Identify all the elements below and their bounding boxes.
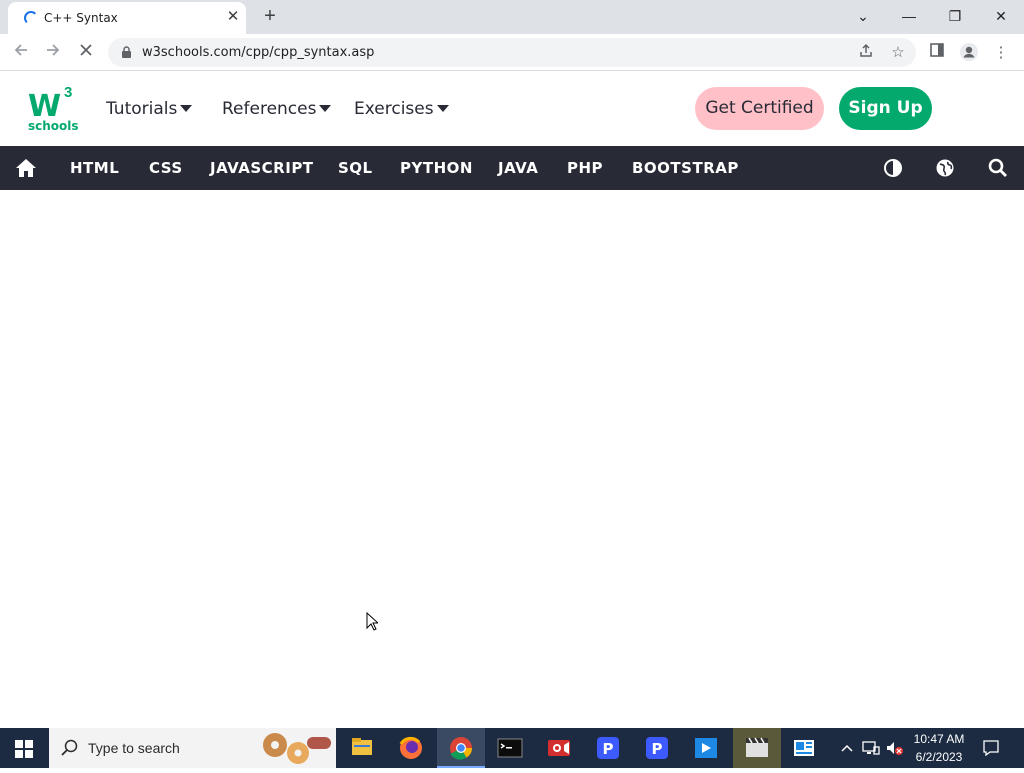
firefox-icon[interactable] <box>387 728 435 768</box>
donut-decoration-icon <box>261 731 333 770</box>
restore-button[interactable]: ❐ <box>932 2 978 30</box>
address-bar[interactable]: w3schools.com/cpp/cpp_syntax.asp ☆ <box>108 38 916 67</box>
sign-up-button[interactable]: Sign Up <box>839 87 932 130</box>
terminal-icon[interactable] <box>486 728 534 768</box>
svg-text:P: P <box>603 740 614 758</box>
p-app-2-icon[interactable]: P <box>633 728 681 768</box>
search-icon[interactable] <box>988 158 1007 182</box>
profile-avatar-icon[interactable] <box>958 42 980 64</box>
windows-start-icon[interactable] <box>15 740 33 763</box>
bookmark-star-icon[interactable]: ☆ <box>888 43 908 63</box>
chrome-icon[interactable] <box>437 728 485 768</box>
menu-references[interactable]: References <box>222 99 332 119</box>
page-content-area <box>0 190 1024 728</box>
url-text: w3schools.com/cpp/cpp_syntax.asp <box>142 45 375 60</box>
browser-toolbar: w3schools.com/cpp/cpp_syntax.asp ☆ ⋮ <box>0 34 1024 71</box>
tray-chevron-up-icon[interactable] <box>840 741 854 760</box>
loading-spinner-icon <box>24 11 38 25</box>
menu-exercises-label: Exercises <box>354 99 434 119</box>
search-icon <box>61 739 79 762</box>
menu-references-label: References <box>222 99 317 119</box>
nav-sql[interactable]: SQL <box>338 159 373 177</box>
nav-html[interactable]: HTML <box>70 159 119 177</box>
forward-arrow-icon[interactable] <box>40 40 66 66</box>
menu-exercises[interactable]: Exercises <box>354 99 449 119</box>
new-tab-button[interactable]: + <box>258 4 282 28</box>
screen-recorder-icon[interactable] <box>535 728 583 768</box>
get-certified-button[interactable]: Get Certified <box>695 87 824 130</box>
site-header: W 3 schools Tutorials References Exercis… <box>0 71 1024 146</box>
taskbar-search-placeholder: Type to search <box>88 740 180 756</box>
clock-time[interactable]: 10:47 AM <box>906 732 972 746</box>
caret-down-icon <box>319 105 332 112</box>
clock-date[interactable]: 6/2/2023 <box>906 750 972 764</box>
windows-taskbar: Type to search P P 10:47 AM 6/2/2023 <box>0 728 1024 768</box>
close-window-button[interactable]: ✕ <box>978 2 1024 30</box>
menu-kebab-icon[interactable]: ⋮ <box>990 42 1012 64</box>
p-app-icon[interactable]: P <box>584 728 632 768</box>
nav-bootstrap[interactable]: BOOTSTRAP <box>632 159 739 177</box>
taskbar-search-box[interactable]: Type to search <box>49 728 336 768</box>
lock-icon <box>122 46 131 58</box>
tab-search-button[interactable]: ⌄ <box>840 2 886 30</box>
menu-tutorials[interactable]: Tutorials <box>106 99 193 119</box>
home-icon[interactable] <box>15 158 37 183</box>
caret-down-icon <box>436 105 449 112</box>
tab-close-icon[interactable]: ✕ <box>224 8 242 26</box>
tab-title: C++ Syntax <box>44 11 118 25</box>
globe-icon[interactable] <box>936 159 954 182</box>
stop-loading-icon[interactable] <box>73 40 99 66</box>
logo-subtitle: schools <box>28 119 79 133</box>
logo-superscript: 3 <box>64 84 73 101</box>
nav-java[interactable]: JAVA <box>498 159 538 177</box>
browser-tab-active[interactable]: C++ Syntax ✕ <box>8 2 246 34</box>
nav-css[interactable]: CSS <box>149 159 183 177</box>
nav-javascript[interactable]: JAVASCRIPT <box>210 159 314 177</box>
file-explorer-icon[interactable] <box>338 728 386 768</box>
caret-down-icon <box>180 105 193 112</box>
video-editor-icon[interactable] <box>682 728 730 768</box>
news-app-icon[interactable] <box>780 728 828 768</box>
minimize-button[interactable]: — <box>886 2 932 30</box>
side-panel-icon[interactable] <box>926 42 948 64</box>
mouse-cursor-icon <box>366 611 380 636</box>
clapperboard-app-icon[interactable] <box>733 728 781 768</box>
svg-text:P: P <box>652 740 663 758</box>
dark-mode-toggle-icon[interactable] <box>884 159 902 182</box>
nav-php[interactable]: PHP <box>567 159 603 177</box>
nav-python[interactable]: PYTHON <box>400 159 473 177</box>
network-icon[interactable] <box>862 740 880 761</box>
topnav-bar: HTML CSS JAVASCRIPT SQL PYTHON JAVA PHP … <box>0 146 1024 190</box>
back-arrow-icon[interactable] <box>8 40 34 66</box>
share-icon[interactable] <box>856 43 876 63</box>
notification-icon[interactable] <box>982 739 1000 762</box>
menu-tutorials-label: Tutorials <box>106 99 178 119</box>
volume-muted-icon[interactable] <box>886 740 904 761</box>
browser-tabstrip: C++ Syntax ✕ + ⌄ — ❐ ✕ <box>0 0 1024 34</box>
